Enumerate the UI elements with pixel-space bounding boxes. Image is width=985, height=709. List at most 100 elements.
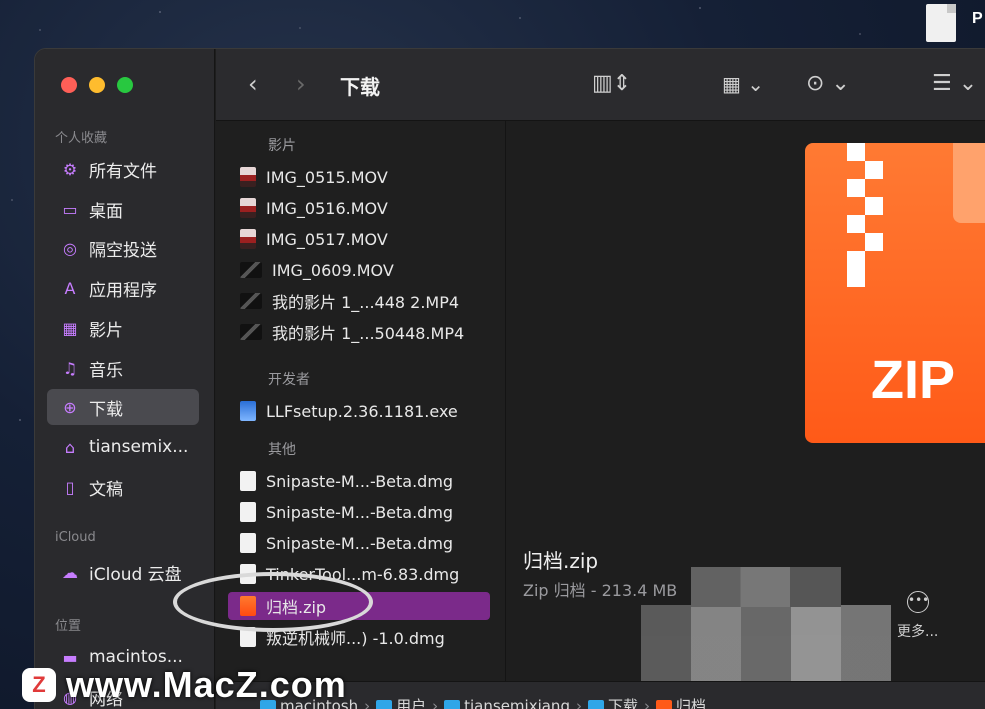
sidebar-item-downloads[interactable]: ⊕ 下载 [47, 389, 199, 425]
zip-preview-icon: ZIP [805, 143, 985, 443]
more-label[interactable]: 更多... [897, 621, 938, 641]
airdrop-icon: ◎ [63, 238, 77, 258]
zip-icon-label: ZIP [871, 350, 956, 410]
path-separator: › [575, 696, 582, 709]
movie-file-icon [240, 293, 262, 309]
file-row[interactable]: IMG_0516.MOV [228, 194, 490, 222]
path-item-label: 下载 [607, 697, 638, 709]
file-name: Snipaste-M...-Beta.dmg [266, 533, 454, 553]
sidebar-item-recents[interactable]: ⚙ 所有文件 [47, 151, 199, 187]
sidebar-item-airdrop[interactable]: ◎ 隔空投送 [47, 230, 199, 266]
sidebar-section-locations: 位置 [55, 619, 82, 634]
path-item[interactable]: 归档 [655, 695, 706, 709]
movie-file-icon [240, 262, 262, 278]
file-row[interactable]: LLFsetup.2.36.1181.exe [228, 397, 490, 425]
column-view-icon[interactable]: ▥⇕ [592, 69, 631, 99]
sidebar-item-movies[interactable]: ▦ 影片 [47, 310, 199, 346]
sidebar-item-label: 桌面 [89, 201, 123, 222]
zipper-graphic [847, 143, 883, 293]
back-button[interactable]: ‹ [248, 69, 258, 99]
desktop-file-icon[interactable] [926, 4, 956, 42]
sidebar-item-label: tiansemix... [89, 437, 189, 457]
sidebar-item-desktop[interactable]: ▭ 桌面 [47, 191, 199, 227]
movies-icon: ▦ [62, 318, 78, 338]
preview-file-name: 归档.zip [523, 549, 599, 573]
path-separator: › [364, 696, 371, 709]
sidebar-section-icloud: iCloud [55, 530, 96, 545]
file-row[interactable]: 我的影片 1_...448 2.MP4 [228, 287, 490, 315]
sidebar-item-label: iCloud 云盘 [89, 564, 182, 585]
list-options-icon[interactable]: ☰ ⌄ [932, 69, 977, 99]
sidebar-item-label: 隔空投送 [89, 240, 157, 261]
file-row[interactable]: IMG_0609.MOV [228, 256, 490, 284]
watermark-logo: Z [22, 668, 56, 702]
folder-icon [444, 699, 461, 709]
document-file-icon [240, 471, 256, 491]
window-title: 下载 [340, 75, 380, 99]
cloud-icon: ☁ [62, 562, 78, 582]
more-icon[interactable]: ••• [907, 591, 929, 613]
preview-pane: ZIP 归档.zip Zip 归档 - 213.4 MB ••• 更多... [507, 121, 985, 701]
file-name: IMG_0516.MOV [266, 198, 388, 218]
preview-file-meta: Zip 归档 - 213.4 MB [523, 581, 678, 600]
sidebar-section-favorites: 个人收藏 [55, 131, 108, 146]
close-button[interactable] [61, 77, 77, 93]
file-row[interactable]: 我的影片 1_...50448.MP4 [228, 318, 490, 346]
file-name: Snipaste-M...-Beta.dmg [266, 471, 454, 491]
sidebar-item-home[interactable]: ⌂ tiansemix... [47, 429, 199, 465]
file-row[interactable]: Snipaste-M...-Beta.dmg [228, 467, 490, 495]
group-header-movies: 影片 [268, 138, 296, 154]
path-item[interactable]: 下载 [587, 695, 638, 709]
path-item[interactable]: tiansemixiang [444, 697, 570, 709]
path-item-label: tiansemixiang [464, 696, 570, 709]
installer-file-icon [240, 401, 256, 421]
home-icon: ⌂ [64, 437, 76, 457]
document-file-icon [240, 533, 256, 553]
applications-icon: A [64, 278, 76, 298]
group-view-icon[interactable]: ▦ ⌄ [722, 69, 764, 99]
desktop-file-label: P [972, 10, 983, 27]
forward-button[interactable]: › [296, 69, 306, 99]
action-menu-icon[interactable]: ⊙ ⌄ [806, 69, 850, 99]
file-row[interactable]: Snipaste-M...-Beta.dmg [228, 498, 490, 526]
movie-file-icon [240, 167, 256, 187]
sidebar-item-label: 下载 [89, 399, 123, 420]
file-row[interactable]: IMG_0515.MOV [228, 163, 490, 191]
sidebar-item-applications[interactable]: A 应用程序 [47, 270, 199, 306]
music-icon: ♫ [62, 358, 78, 378]
sidebar-item-label: 所有文件 [89, 161, 157, 182]
movie-file-icon [240, 198, 256, 218]
file-name: 我的影片 1_...50448.MP4 [272, 324, 465, 343]
watermark: Z www.MacZ.com [22, 664, 347, 706]
highlight-circle [173, 572, 373, 632]
sidebar-item-label: 音乐 [89, 360, 123, 381]
zoom-button[interactable] [117, 77, 133, 93]
file-name: IMG_0517.MOV [266, 229, 388, 249]
group-header-other: 其他 [268, 442, 296, 458]
sidebar-item-icloud-drive[interactable]: ☁ iCloud 云盘 [47, 554, 199, 590]
downloads-icon: ⊕ [63, 397, 77, 417]
movie-file-icon [240, 229, 256, 249]
folder-icon [587, 699, 604, 709]
sidebar-item-label: 应用程序 [89, 280, 157, 301]
folder-icon [376, 699, 393, 709]
file-row[interactable]: Snipaste-M...-Beta.dmg [228, 529, 490, 557]
toolbar: ‹ › 下载 ▥⇕ ▦ ⌄ ⊙ ⌄ ☰ ⌄ [216, 49, 985, 121]
file-name: Snipaste-M...-Beta.dmg [266, 502, 454, 522]
zip-file-icon [655, 699, 672, 709]
minimize-button[interactable] [89, 77, 105, 93]
file-row[interactable]: IMG_0517.MOV [228, 225, 490, 253]
file-name: LLFsetup.2.36.1181.exe [266, 401, 458, 421]
file-name: 我的影片 1_...448 2.MP4 [272, 293, 460, 312]
page-fold [953, 143, 985, 223]
documents-icon: ▯ [65, 477, 75, 497]
sidebar-item-music[interactable]: ♫ 音乐 [47, 350, 199, 386]
sidebar-item-label: 影片 [89, 320, 123, 341]
path-item[interactable]: 用户 [376, 695, 426, 709]
path-item-label: 用户 [396, 697, 427, 709]
file-name: IMG_0609.MOV [272, 260, 394, 280]
sidebar-item-documents[interactable]: ▯ 文稿 [47, 469, 199, 505]
watermark-text: www.MacZ.com [66, 664, 347, 705]
path-separator: › [643, 696, 650, 709]
desktop-icon: ▭ [62, 199, 78, 219]
